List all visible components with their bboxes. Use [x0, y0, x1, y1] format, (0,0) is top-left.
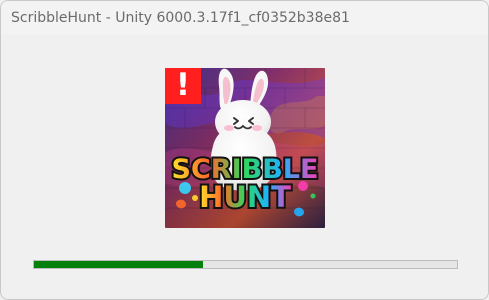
unity-loading-window: ScribbleHunt - Unity 6000.3.17f1_cf0352b… — [0, 0, 489, 300]
warning-icon-glyph: ! — [175, 66, 191, 103]
window-title: ScribbleHunt - Unity 6000.3.17f1_cf0352b… — [11, 10, 350, 26]
loading-progress-fill — [34, 261, 204, 268]
warning-icon: ! — [165, 68, 201, 104]
logo-text-line2: HUNT — [199, 180, 291, 214]
loading-progress-bar — [33, 260, 458, 269]
title-bar[interactable]: ScribbleHunt - Unity 6000.3.17f1_cf0352b… — [1, 1, 488, 35]
